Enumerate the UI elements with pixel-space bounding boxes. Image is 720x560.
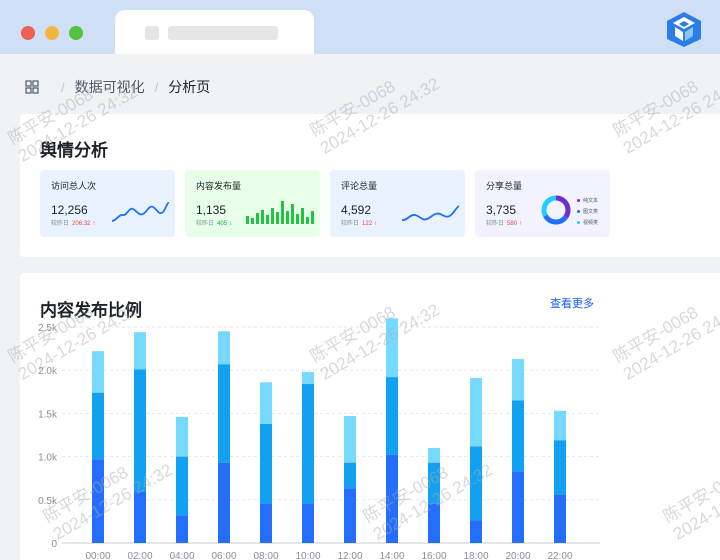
x-tick-label: 06:00: [211, 551, 236, 560]
bar-segment: [344, 462, 356, 489]
browser-chrome: [0, 0, 720, 54]
bar-segment: [470, 446, 482, 521]
bar-segment: [302, 503, 314, 543]
bar-segment: [386, 454, 398, 543]
maximize-window-button[interactable]: [69, 26, 83, 40]
bar-segment: [554, 410, 566, 441]
bar-segment: [134, 492, 146, 543]
bar-segment: [428, 462, 440, 504]
bar-segment: [218, 462, 230, 543]
x-tick-label: 10:00: [295, 551, 320, 560]
bar-segment: [470, 520, 482, 543]
content-ratio-chart: 0 0.5k 1.0k 1.5k 2.0k 2.5k 00:00 02:00 04:00 06:0…: [38, 318, 600, 560]
x-tick-label: 08:00: [253, 551, 278, 560]
x-tick-label: 22:00: [547, 551, 572, 560]
browser-tab[interactable]: [115, 10, 314, 54]
y-tick-label: 0.5k: [38, 496, 58, 507]
bar-segment: [554, 440, 566, 495]
bar-segment: [176, 416, 188, 457]
bar-segment: [92, 351, 104, 393]
x-tick-label: 18:00: [463, 551, 488, 560]
bar-segment: [260, 423, 272, 504]
x-tick-label: 04:00: [169, 551, 194, 560]
y-tick-label: 1.5k: [38, 409, 58, 420]
bar-segment: [218, 364, 230, 463]
x-tick-label: 16:00: [421, 551, 446, 560]
tab-title-placeholder: [168, 26, 278, 40]
bar-segment: [344, 415, 356, 463]
x-tick-label: 00:00: [85, 551, 110, 560]
minimize-window-button[interactable]: [45, 26, 59, 40]
bar-segment: [386, 377, 398, 455]
y-tick-label: 1.0k: [38, 453, 58, 464]
bar-segment: [134, 332, 146, 370]
bar-segment: [554, 494, 566, 543]
bar-segment: [218, 331, 230, 365]
close-window-button[interactable]: [21, 26, 35, 40]
tab-favicon-placeholder: [145, 26, 159, 40]
bar-segment: [428, 503, 440, 543]
bar-segment: [134, 369, 146, 493]
bar-segment: [176, 456, 188, 516]
bar-segment: [260, 382, 272, 424]
bar-segment: [260, 503, 272, 543]
y-tick-label: 2.0k: [38, 366, 58, 377]
page-content: / 数据可视化 / 分析页 舆情分析 访问总人次 12,256 较昨日 206.3…: [0, 54, 720, 560]
bar-segment: [302, 371, 314, 385]
bar-segment: [92, 459, 104, 543]
bar-segment: [302, 384, 314, 504]
x-tick-label: 12:00: [337, 551, 362, 560]
bar-segment: [512, 471, 524, 543]
bar-segment: [428, 447, 440, 463]
bar-segment: [92, 392, 104, 460]
x-tick-label: 14:00: [379, 551, 404, 560]
bar-segment: [470, 377, 482, 447]
y-tick-label: 0: [51, 539, 57, 550]
x-tick-label: 02:00: [127, 551, 152, 560]
bar-segment: [344, 488, 356, 543]
bar-segment: [386, 318, 398, 378]
y-tick-label: 2.5k: [38, 323, 58, 334]
x-tick-label: 20:00: [505, 551, 530, 560]
bar-segment: [176, 515, 188, 543]
bar-segment: [512, 358, 524, 401]
brand-logo-icon: [667, 12, 701, 47]
bar-segment: [512, 400, 524, 472]
